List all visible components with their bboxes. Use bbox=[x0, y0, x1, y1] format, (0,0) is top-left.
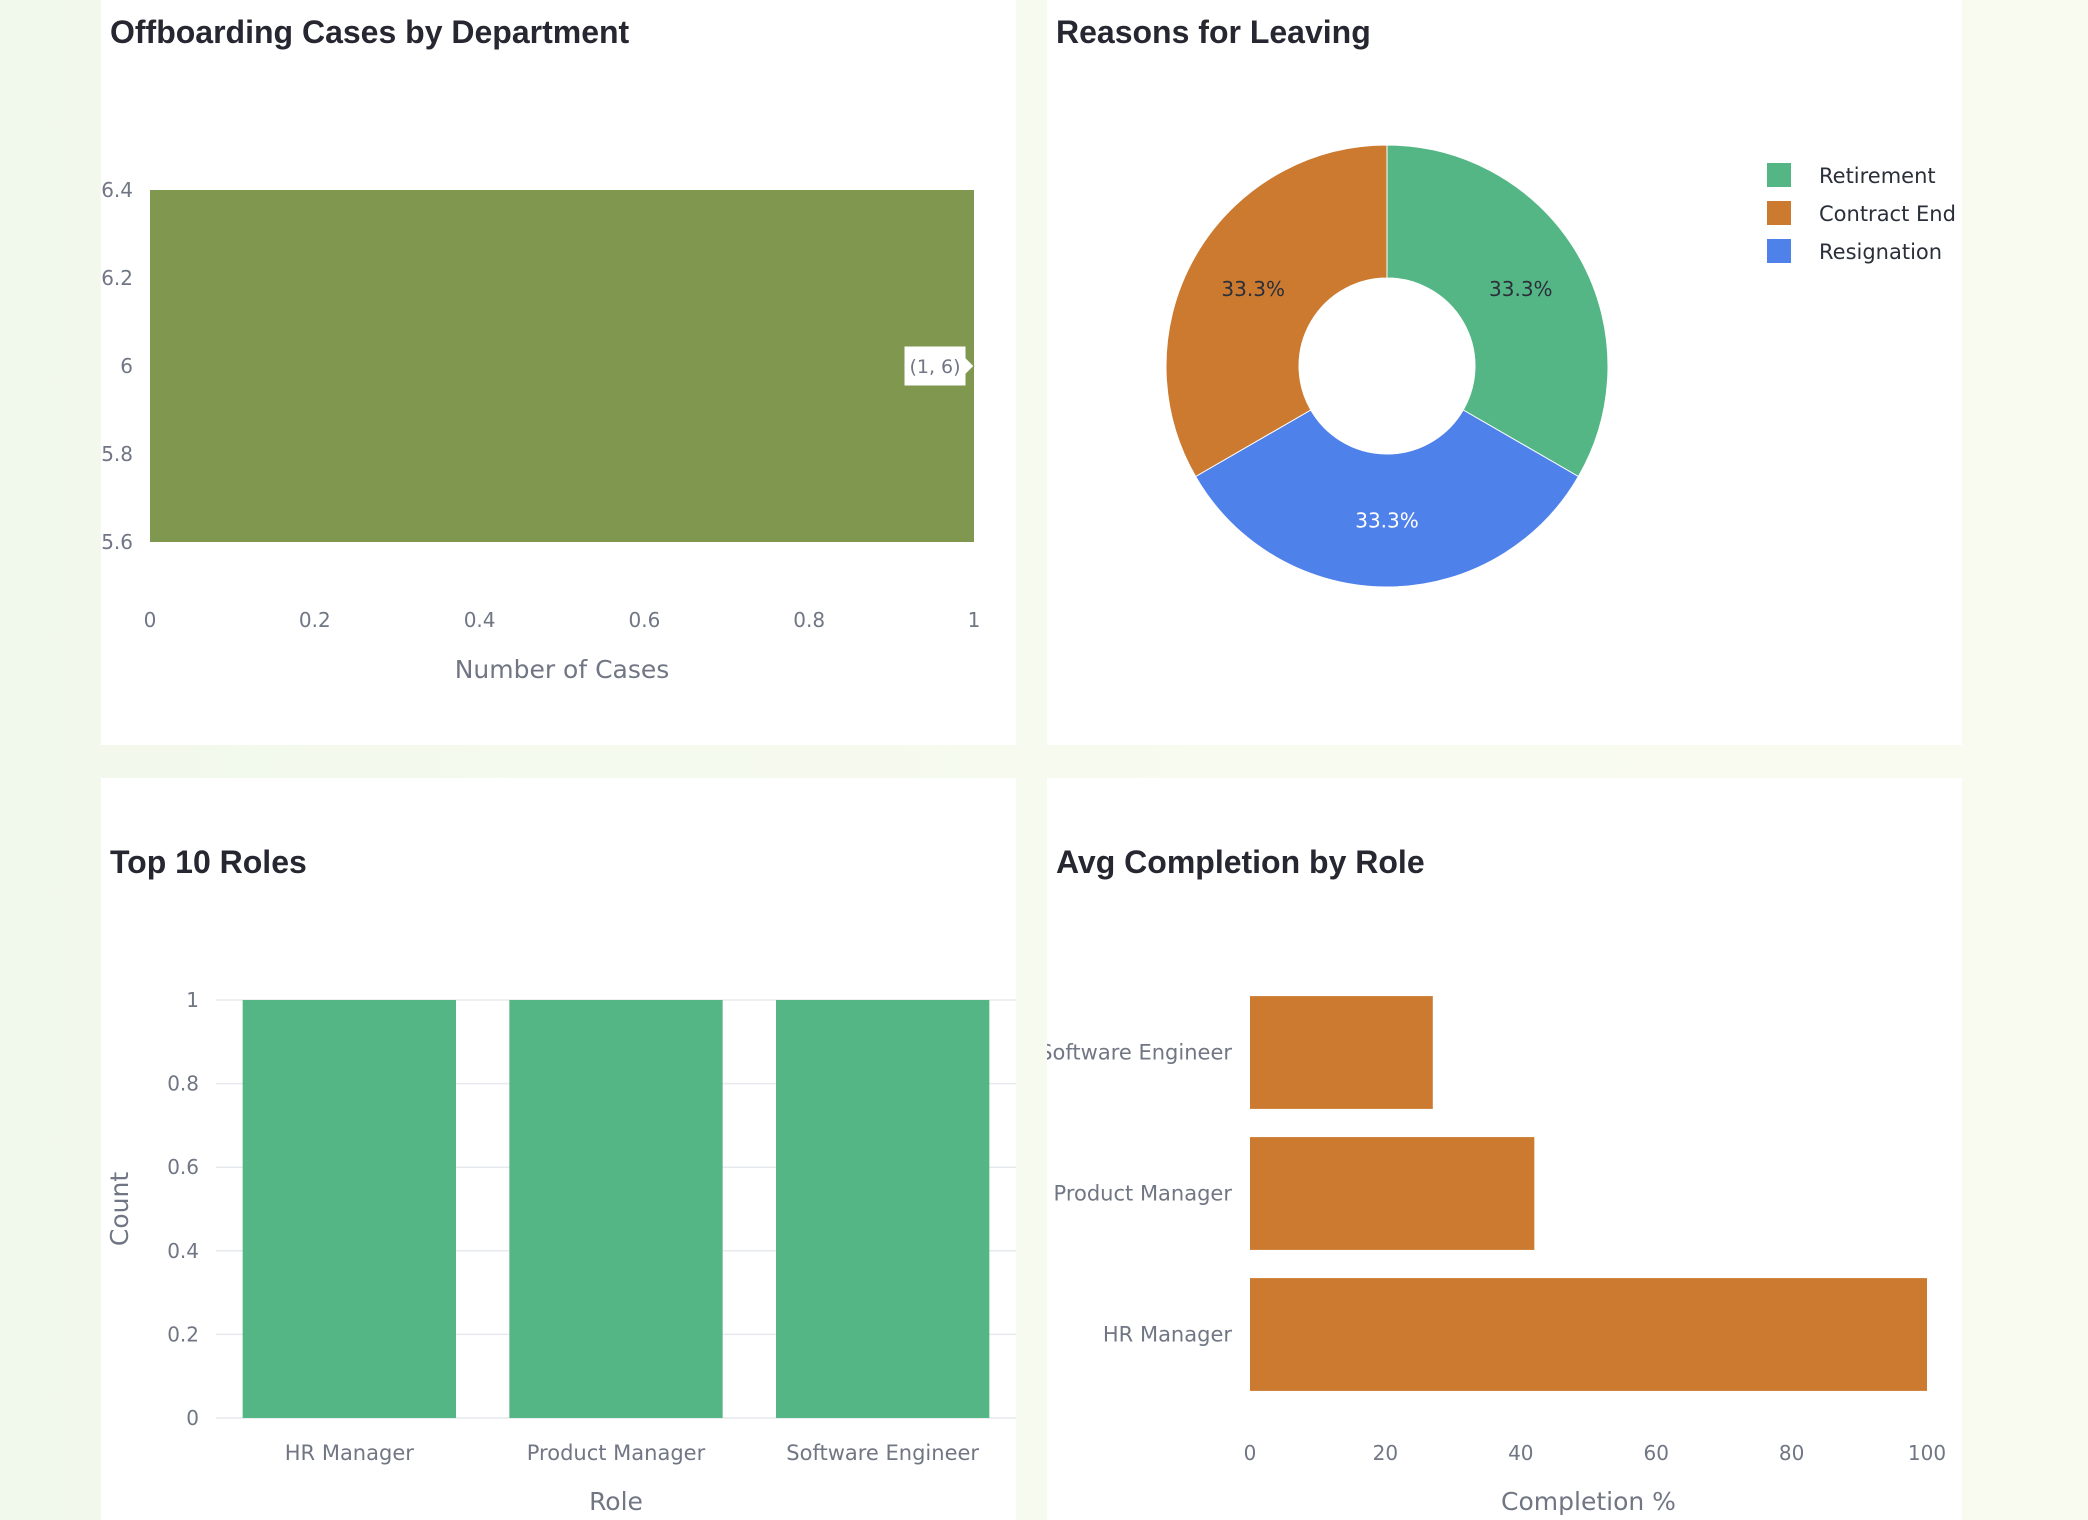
x-axis-label: Role bbox=[589, 1487, 643, 1516]
y-tick-label: Software Engineer bbox=[1047, 1041, 1232, 1065]
y-tick-label: HR Manager bbox=[1103, 1323, 1232, 1347]
y-tick-label: 0.6 bbox=[167, 1155, 199, 1179]
y-tick-label: 6 bbox=[120, 354, 133, 378]
pie-percent-label: 33.3% bbox=[1489, 277, 1553, 301]
y-tick-label: 1 bbox=[186, 988, 199, 1012]
roles-chart-panel: Top 10 Roles 0 0.2 0.4 0.6 0.8 1 HR Manager Pro… bbox=[101, 778, 1016, 1520]
x-tick-label: 0.4 bbox=[464, 608, 496, 632]
x-tick-label: 0 bbox=[1244, 1441, 1257, 1465]
y-tick-label: Product Manager bbox=[1054, 1182, 1233, 1206]
pie-percent-label: 33.3% bbox=[1355, 509, 1419, 533]
y-tick-label: 6.2 bbox=[101, 266, 133, 290]
legend-swatch[interactable] bbox=[1767, 239, 1791, 263]
reasons-chart-svg[interactable]: 33.3% 33.3% 33.3% Retirement Contract End Res… bbox=[1047, 0, 1962, 745]
y-tick-label: 5.6 bbox=[101, 530, 133, 554]
x-tick-label: HR Manager bbox=[285, 1441, 414, 1465]
y-tick-label: 0.8 bbox=[167, 1072, 199, 1096]
y-tick-label: 5.8 bbox=[101, 442, 133, 466]
x-tick-label: 0.6 bbox=[628, 608, 660, 632]
legend-swatch[interactable] bbox=[1767, 201, 1791, 225]
bar[interactable] bbox=[242, 1000, 456, 1418]
y-axis-label: Count bbox=[105, 1172, 134, 1246]
completion-chart-svg[interactable]: HR Manager Product Manager Software Engine… bbox=[1047, 778, 1962, 1520]
x-tick-label: 0.8 bbox=[793, 608, 825, 632]
legend-label[interactable]: Retirement bbox=[1819, 164, 1936, 188]
x-tick-label: 0.2 bbox=[299, 608, 331, 632]
pie-slice-retirement[interactable] bbox=[1386, 144, 1609, 478]
y-tick-label: 6.4 bbox=[101, 178, 133, 202]
bar[interactable] bbox=[1250, 996, 1433, 1109]
y-tick-label: 0 bbox=[186, 1406, 199, 1430]
bar[interactable] bbox=[776, 1000, 990, 1418]
bar[interactable] bbox=[1250, 1137, 1535, 1250]
y-tick-label: 0.4 bbox=[167, 1239, 199, 1263]
legend-label[interactable]: Resignation bbox=[1819, 240, 1942, 264]
pie-percent-label: 33.3% bbox=[1221, 277, 1285, 301]
bar[interactable] bbox=[1250, 1278, 1927, 1391]
legend-swatch[interactable] bbox=[1767, 163, 1791, 187]
x-tick-label: Product Manager bbox=[527, 1441, 706, 1465]
x-tick-label: 0 bbox=[144, 608, 157, 632]
x-tick-label: 60 bbox=[1643, 1441, 1668, 1465]
x-tick-label: 80 bbox=[1779, 1441, 1804, 1465]
roles-chart-svg[interactable]: 0 0.2 0.4 0.6 0.8 1 HR Manager Product Manager S… bbox=[101, 778, 1016, 1520]
dept-chart-svg[interactable]: 5.6 5.8 6 6.2 6.4 0 0.2 0.4 0.6 0.8 1 Number of Cas… bbox=[101, 0, 1016, 745]
pie-slice-contract-end[interactable] bbox=[1165, 144, 1388, 478]
x-tick-label: 100 bbox=[1908, 1441, 1946, 1465]
x-tick-label: Software Engineer bbox=[786, 1441, 979, 1465]
legend-label[interactable]: Contract End bbox=[1819, 202, 1956, 226]
x-tick-label: 20 bbox=[1373, 1441, 1398, 1465]
bar[interactable] bbox=[150, 190, 974, 542]
x-tick-label: 1 bbox=[968, 608, 981, 632]
bar[interactable] bbox=[509, 1000, 723, 1418]
x-axis-label: Completion % bbox=[1501, 1487, 1676, 1516]
x-axis-label: Number of Cases bbox=[455, 655, 670, 684]
hover-tooltip-label: (1, 6) bbox=[909, 356, 960, 378]
y-tick-label: 0.2 bbox=[167, 1322, 199, 1346]
x-tick-label: 40 bbox=[1508, 1441, 1533, 1465]
dept-chart-panel: Offboarding Cases by Department 5.6 5.8 6 6… bbox=[101, 0, 1016, 745]
reasons-chart-panel: Reasons for Leaving 33.3% 33.3% 33.3% Retir… bbox=[1047, 0, 1962, 745]
completion-chart-panel: Avg Completion by Role HR Manager Product… bbox=[1047, 778, 1962, 1520]
